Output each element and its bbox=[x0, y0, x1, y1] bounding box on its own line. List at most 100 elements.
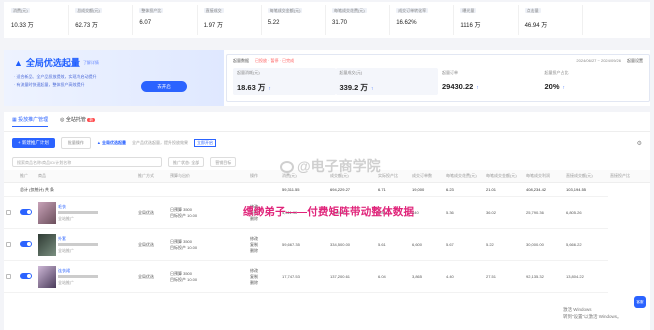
stat-value: 1.97 万 bbox=[203, 23, 223, 29]
table-cell: 3,865 bbox=[410, 260, 444, 293]
top-stats-bar: 消费(元) 10.33 万 总成交额(元) 62.73 万 整体投产比 6.07 直接… bbox=[4, 2, 650, 38]
product-thumbnail bbox=[38, 233, 56, 256]
column-header[interactable]: 预算与出价 bbox=[168, 170, 248, 183]
stat-value: 31.70 bbox=[332, 20, 348, 26]
table-row[interactable]: 连衣裙 全站推广 全局优选 日预算 3500 目标投产 10.00 修改 复制 删除 1… bbox=[4, 260, 650, 293]
search-input[interactable]: 搜索商品名称/商品ID/计划名称 bbox=[12, 157, 162, 167]
stat-card: 点击量 46.94 万 bbox=[521, 5, 583, 35]
metric-label: 起量成交(元) bbox=[339, 70, 363, 75]
row-checkbox[interactable] bbox=[6, 241, 11, 247]
row-checkbox[interactable] bbox=[6, 273, 11, 279]
metric-value: 18.63 万 bbox=[237, 83, 266, 92]
watermark: @电子商学院 bbox=[280, 156, 381, 176]
tab-label: 投放推广管理 bbox=[18, 117, 49, 123]
date-range-picker[interactable]: 2024/06/27 ~ 2024/09/26 bbox=[576, 58, 621, 64]
stat-card: 曝光量 1116 万 bbox=[456, 5, 519, 35]
column-header[interactable]: 推广方式 bbox=[136, 170, 168, 183]
watermark-text: @电子商学院 bbox=[297, 158, 381, 174]
table-cell: 6.71 bbox=[376, 182, 410, 197]
new-badge: 新 bbox=[87, 118, 95, 122]
quanyu-hint: 全产品优选起量，提升投放效果 bbox=[131, 140, 188, 145]
budget: 日预算 3500 bbox=[170, 238, 193, 244]
table-cell: 103,194.55 bbox=[564, 182, 608, 197]
column-header[interactable]: 实际投产比 bbox=[376, 170, 410, 183]
column-header[interactable]: 直接投产比 bbox=[608, 170, 650, 183]
tab-full-site[interactable]: ◎ 全站托管 新 bbox=[60, 116, 95, 127]
column-header[interactable]: 每笔成交金额(元) bbox=[484, 170, 524, 183]
copy-link[interactable]: 复制 bbox=[250, 274, 258, 279]
trend-up-icon: ↑ bbox=[370, 86, 374, 92]
column-header[interactable]: 成交订单数 bbox=[410, 170, 444, 183]
column-header[interactable]: 每笔成交利润 bbox=[524, 170, 564, 183]
goal-select[interactable]: 营销目标 bbox=[210, 157, 237, 167]
stat-label: 曝光量 bbox=[460, 8, 477, 13]
table-row[interactable]: 外套 全站推广 全局优选 日预算 3500 目标投产 10.00 修改 复制 删除 59… bbox=[4, 228, 650, 261]
budget: 日预算 3500 bbox=[170, 206, 193, 212]
promo-metric: 起量成交(元) 339.2 万 ↑ bbox=[335, 68, 438, 95]
table-cell: 6,600 bbox=[410, 228, 444, 261]
promo-settings-link[interactable]: 起量设置 bbox=[627, 58, 643, 64]
campaign-toggle[interactable] bbox=[20, 273, 32, 279]
promo-metrics-panel: 起量数据 已投放 · 暂停 · 已完成 2024/06/27 ~ 2024/09… bbox=[226, 54, 650, 102]
table-cell: 19,000 bbox=[410, 182, 444, 197]
column-header[interactable]: 直接成交额(元) bbox=[564, 170, 608, 183]
column-header[interactable]: 推广 bbox=[18, 170, 36, 183]
gear-icon[interactable]: ⚙ bbox=[637, 140, 642, 147]
promo-metric: 起量消耗(元) 18.63 万 ↑ bbox=[233, 68, 336, 95]
column-header[interactable]: 商品 bbox=[36, 170, 136, 183]
copy-link[interactable]: 复制 bbox=[250, 242, 258, 247]
table-cell: 59,667.35 bbox=[280, 228, 328, 261]
stat-card: 总成交额(元) 62.73 万 bbox=[71, 5, 134, 35]
product-name[interactable]: 连衣裙 bbox=[58, 268, 70, 273]
toolbar: + 新建推广计划 批量操作 ▲ 全局优选起量 全产品优选起量，提升投放效果 立即… bbox=[4, 132, 650, 154]
product-name[interactable]: 毛衣 bbox=[58, 204, 66, 209]
product-thumbnail bbox=[38, 201, 56, 224]
stat-value: 10.33 万 bbox=[11, 23, 34, 29]
metric-value: 20% bbox=[544, 82, 560, 91]
campaign-toggle[interactable] bbox=[20, 209, 32, 215]
promo-status-filter[interactable]: 已投放 · 暂停 · 已完成 bbox=[255, 58, 294, 64]
customer-service-button[interactable]: 客服 bbox=[634, 296, 646, 308]
quanyu-text: 全局优选起量 bbox=[101, 140, 126, 145]
product-title-blurred bbox=[58, 274, 98, 278]
tab-campaign-management[interactable]: ▦ 投放推广管理 bbox=[12, 116, 49, 127]
table-cell: 27.51 bbox=[484, 260, 524, 293]
row-checkbox[interactable] bbox=[6, 209, 11, 215]
promo-banner: ▲ 全局优选起量 了解详情 · 适合新品、全产品投放提效，实现冷启动提升 · 有… bbox=[4, 50, 224, 106]
stat-label: 每笔成交花费(元) bbox=[332, 8, 367, 13]
quanyu-label: ▲ 全局优选起量 bbox=[97, 140, 126, 146]
product-tag: 全站推广 bbox=[58, 215, 74, 221]
promo-panel: ▲ 全局优选起量 了解详情 · 适合新品、全产品投放提效，实现冷启动提升 · 有… bbox=[4, 50, 650, 106]
tab-label: 全站托管 bbox=[65, 117, 86, 123]
table-cell: 694,229.27 bbox=[328, 182, 376, 197]
product-title-blurred bbox=[58, 210, 98, 214]
status-select[interactable]: 推广状态: 全部 bbox=[168, 157, 205, 167]
table-cell: 840 bbox=[410, 196, 444, 229]
table-cell: 92,135.32 bbox=[524, 260, 564, 293]
table-cell: 6.04 bbox=[376, 260, 410, 293]
product-thumbnail bbox=[38, 265, 56, 288]
stat-label: 每笔成交金额(元) bbox=[267, 8, 303, 13]
stat-card: 消费(元) 10.33 万 bbox=[7, 5, 70, 35]
edit-link[interactable]: 修改 bbox=[250, 236, 258, 241]
batch-operation-button[interactable]: 批量操作 bbox=[60, 137, 91, 149]
trend-up-icon: ↑ bbox=[562, 85, 566, 91]
product-name[interactable]: 外套 bbox=[58, 236, 66, 241]
promo-method: 全局优选 bbox=[136, 196, 168, 229]
summary-label: 总计 (仅统计) 共 条 bbox=[18, 182, 280, 197]
promo-detail-link[interactable]: 了解详情 bbox=[83, 60, 99, 66]
new-campaign-button[interactable]: + 新建推广计划 bbox=[12, 138, 55, 148]
campaign-toggle[interactable] bbox=[20, 241, 32, 247]
stat-value: 6.07 bbox=[139, 20, 152, 26]
promo-metric: 起量投产占比 20% ↑ bbox=[541, 68, 644, 95]
column-header[interactable]: 每笔成交花费(元) bbox=[444, 170, 484, 183]
delete-link[interactable]: 删除 bbox=[250, 280, 258, 285]
delete-link[interactable]: 删除 bbox=[250, 248, 258, 253]
promo-desc-line: · 适合新品、全产品投放提效，实现冷启动提升 bbox=[14, 74, 97, 79]
promo-open-button[interactable]: 去开启 bbox=[141, 81, 187, 92]
promo-method: 全局优选 bbox=[136, 228, 168, 261]
table-cell: 36.02 bbox=[484, 196, 524, 229]
quanyu-open-link[interactable]: 立即开启 bbox=[193, 139, 216, 147]
table-cell: 30,000.00 bbox=[524, 228, 564, 261]
edit-link[interactable]: 修改 bbox=[250, 268, 258, 273]
